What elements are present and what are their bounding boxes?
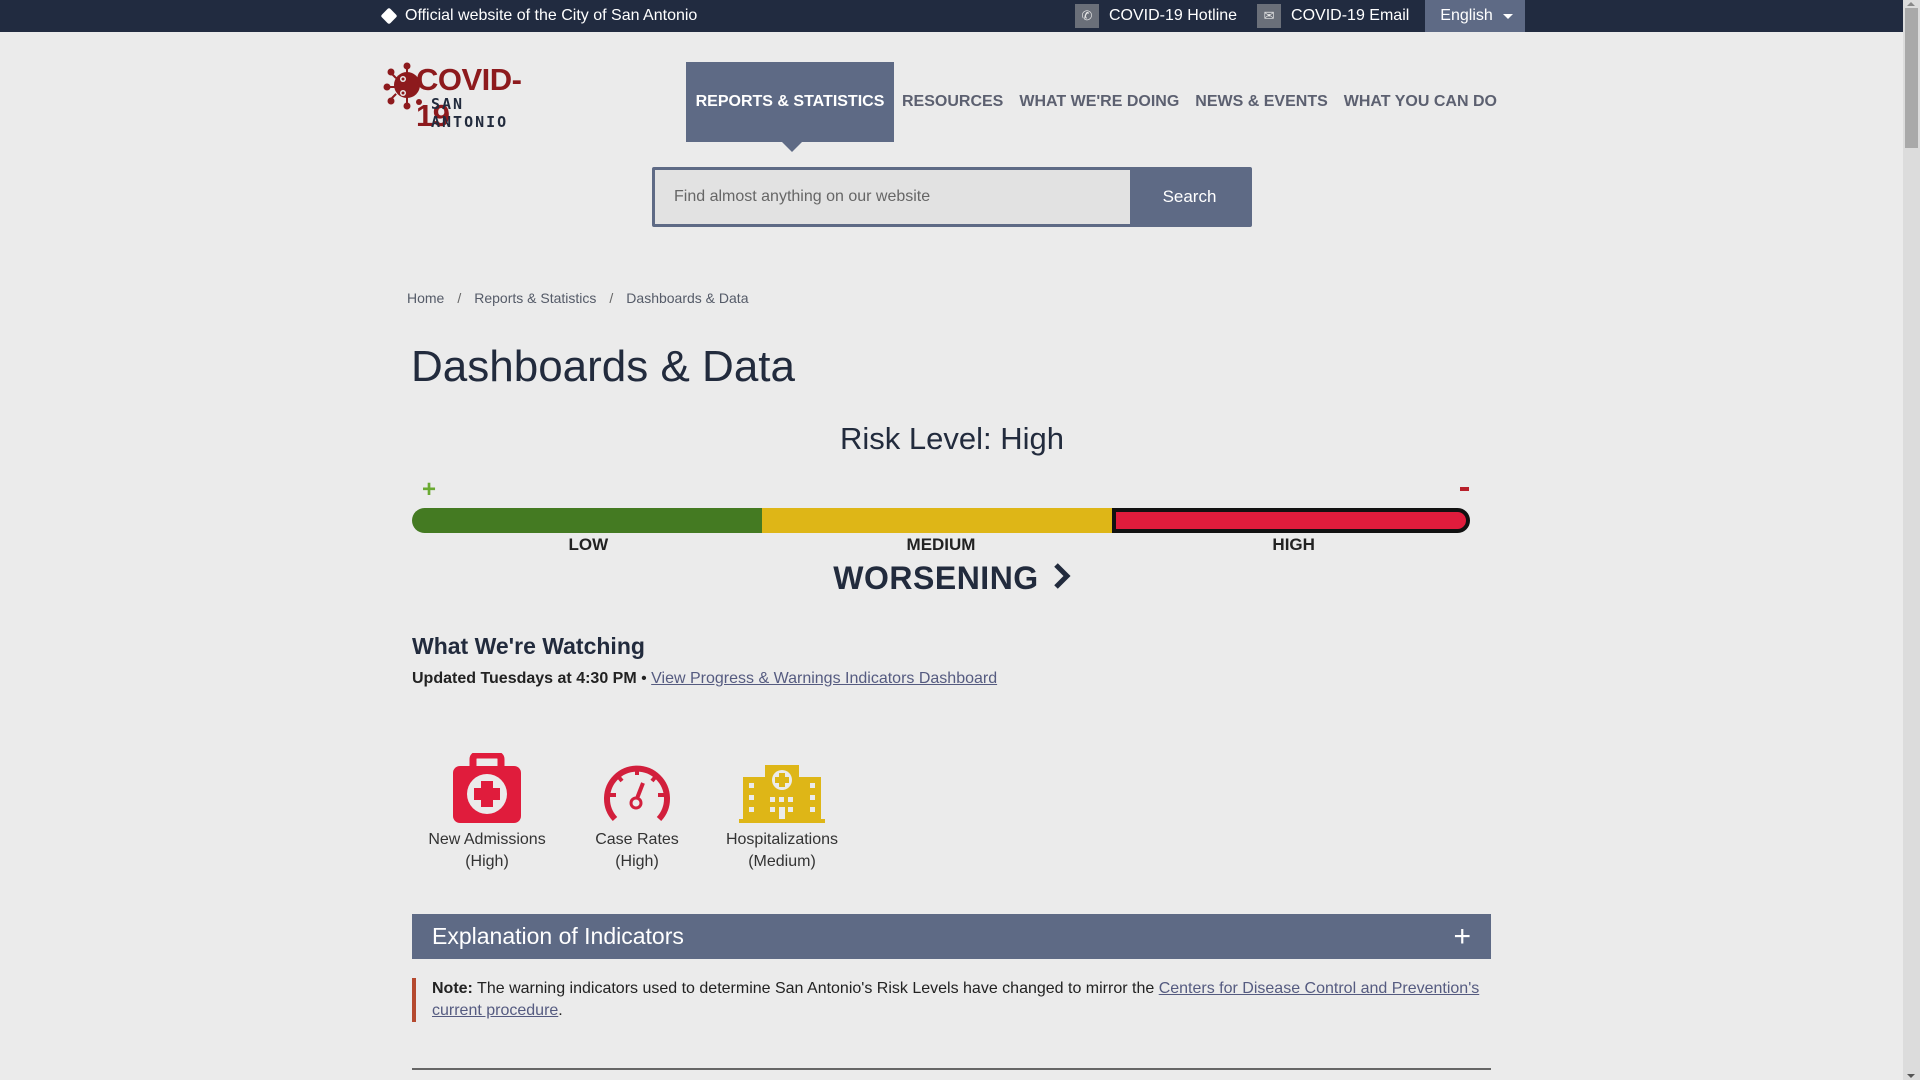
speedometer-icon <box>603 735 671 823</box>
update-schedule: Updated Tuesdays at 4:30 PM • View Progr… <box>412 670 997 688</box>
main-nav: REPORTS & STATISTICS RESOURCES WHAT WE'R… <box>686 62 1505 152</box>
accordion-title: Explanation of Indicators <box>432 923 684 949</box>
indicator-hospitalizations[interactable]: Hospitalizations (Medium) <box>712 735 852 873</box>
nav-what-you-can-do[interactable]: WHAT YOU CAN DO <box>1336 62 1505 142</box>
risk-label-high: HIGH <box>1272 535 1315 554</box>
indicator-level: (High) <box>615 853 659 870</box>
envelope-icon: ✉ <box>1257 4 1282 28</box>
risk-trend[interactable]: WORSENING <box>412 560 1492 597</box>
view-indicators-dashboard-link[interactable]: View Progress & Warnings Indicators Dash… <box>651 670 997 687</box>
indicator-name: Hospitalizations <box>725 831 839 848</box>
email-link[interactable]: ✉ COVID-19 Email <box>1257 4 1409 28</box>
site-search: Search <box>652 167 1252 227</box>
indicator-name: Case Rates <box>595 831 679 848</box>
diamond-icon <box>380 7 398 25</box>
nav-reports-statistics[interactable]: REPORTS & STATISTICS <box>686 62 894 152</box>
language-selector[interactable]: English <box>1425 0 1525 32</box>
indicator-name: New Admissions <box>428 831 546 848</box>
plus-icon: + <box>422 476 437 503</box>
email-label: COVID-19 Email <box>1291 7 1410 24</box>
risk-label-medium: MEDIUM <box>906 535 976 554</box>
risk-level-bar <box>412 508 1470 533</box>
updated-text: Updated Tuesdays at 4:30 PM <box>412 670 637 687</box>
risk-level-labels: LOW MEDIUM HIGH <box>412 535 1470 555</box>
chevron-down-icon <box>1502 13 1513 19</box>
official-site-text: Official website of the City of San Anto… <box>405 7 698 24</box>
indicator-case-rates[interactable]: Case Rates (High) <box>562 735 712 873</box>
breadcrumb-current: Dashboards & Data <box>626 290 749 306</box>
bullet-separator: • <box>641 670 647 687</box>
indicator-level: (High) <box>465 853 509 870</box>
logo-subtitle: SAN ANTONIO <box>431 95 509 131</box>
scroll-down-arrow-icon[interactable] <box>1907 1074 1915 1078</box>
page-title: Dashboards & Data <box>411 342 795 391</box>
indicator-new-admissions[interactable]: New Admissions (High) <box>412 735 562 873</box>
trend-label: WORSENING <box>833 560 1039 596</box>
search-button[interactable]: Search <box>1130 170 1249 224</box>
note-trailing: . <box>558 1002 563 1019</box>
risk-segment-high-selected <box>1112 508 1470 533</box>
risk-segment-medium <box>762 508 1112 533</box>
search-input[interactable] <box>655 170 1130 224</box>
top-utility-bar: Official website of the City of San Anto… <box>0 0 1903 32</box>
official-site-notice: Official website of the City of San Anto… <box>380 0 698 32</box>
what-were-watching-heading: What We're Watching <box>412 633 645 659</box>
indicator-level: (Medium) <box>748 853 816 870</box>
hotline-label: COVID-19 Hotline <box>1109 7 1238 24</box>
expand-plus-icon[interactable]: + <box>1453 920 1471 954</box>
risk-level-title: Risk Level: High <box>840 421 1064 456</box>
cdc-change-note: Note: The warning indicators used to det… <box>412 978 1491 1022</box>
breadcrumb-reports-statistics[interactable]: Reports & Statistics <box>474 290 596 306</box>
first-aid-kit-icon <box>453 735 521 823</box>
nav-news-events[interactable]: NEWS & EVENTS <box>1187 62 1335 142</box>
risk-label-low: LOW <box>568 535 609 554</box>
breadcrumb-separator: / <box>457 290 462 306</box>
hotline-link[interactable]: ✆ COVID-19 Hotline <box>1075 4 1237 28</box>
minus-icon <box>1460 487 1469 491</box>
section-divider <box>412 1068 1491 1070</box>
nav-resources[interactable]: RESOURCES <box>894 62 1011 142</box>
breadcrumb-separator: / <box>609 290 614 306</box>
risk-segment-low <box>412 508 762 533</box>
explanation-of-indicators-accordion[interactable]: Explanation of Indicators + <box>412 914 1491 959</box>
nav-what-were-doing[interactable]: WHAT WE'RE DOING <box>1011 62 1187 142</box>
page-scrollbar[interactable] <box>1903 0 1920 1080</box>
indicator-list: New Admissions (High) Case Rates (High) <box>412 735 852 873</box>
phone-icon: ✆ <box>1075 4 1099 28</box>
hospital-icon <box>739 735 825 823</box>
site-logo[interactable]: COVID-19 SAN ANTONIO <box>383 60 539 133</box>
chevron-right-icon <box>1053 563 1071 597</box>
breadcrumb-home[interactable]: Home <box>407 290 444 306</box>
scroll-up-arrow-icon[interactable] <box>1907 2 1915 6</box>
scrollbar-thumb[interactable] <box>1905 8 1918 148</box>
note-text: The warning indicators used to determine… <box>472 980 1159 997</box>
breadcrumb: Home / Reports & Statistics / Dashboards… <box>407 290 748 306</box>
language-value: English <box>1440 7 1493 24</box>
note-label: Note: <box>432 980 473 997</box>
